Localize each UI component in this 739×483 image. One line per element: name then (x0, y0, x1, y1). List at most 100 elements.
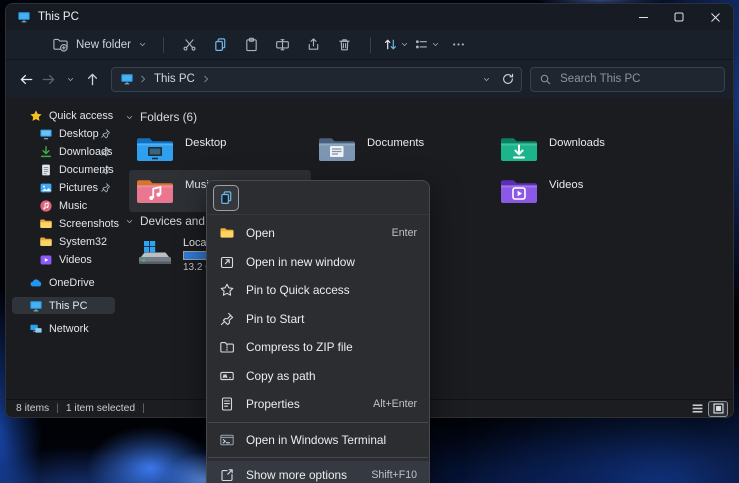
terminal-icon (219, 432, 235, 448)
pin-icon (100, 146, 111, 157)
downloads-folder-icon (499, 134, 539, 164)
desktop: { "window": { "title": "This PC", "contr… (0, 0, 739, 483)
refresh-icon (501, 72, 515, 86)
item-count: 8 items (16, 403, 49, 414)
sort-button[interactable] (381, 33, 412, 57)
status-divider: | (142, 403, 145, 414)
sidebar-item-downloads[interactable]: Downloads (12, 143, 115, 160)
this-pc-icon (17, 10, 31, 24)
menu-divider (208, 422, 428, 423)
larges-view-icon-button[interactable] (709, 402, 727, 416)
menu-item-label: Show more options (246, 468, 360, 482)
folder-tile-videos[interactable]: Videos (493, 170, 675, 212)
breadcrumb-chevron (201, 74, 211, 84)
open-folder-icon (219, 225, 235, 241)
menu-item-pin-to-quick-access[interactable]: Pin to Quick access (207, 276, 429, 305)
cut-button[interactable] (174, 33, 205, 57)
minimize-button[interactable] (625, 4, 661, 30)
share-button[interactable] (298, 33, 329, 57)
sidebar-item-this-pc[interactable]: This PC (12, 297, 115, 314)
chevron-down-sm (138, 40, 147, 49)
breadcrumb-this-pc[interactable]: This PC (152, 73, 197, 85)
sidebar-item-videos[interactable]: Videos (12, 251, 115, 268)
pin-icon (100, 164, 111, 175)
sidebar-item-documents[interactable]: Documents (12, 161, 115, 178)
new-folder-button[interactable]: New folder (46, 33, 153, 56)
close-button[interactable] (697, 4, 733, 30)
sidebar-item-desktop[interactable]: Desktop (12, 125, 115, 142)
copy-path-icon (219, 368, 235, 384)
search-icon (539, 73, 552, 86)
rename-button[interactable] (267, 33, 298, 57)
sidebar-item-system32[interactable]: System32 (12, 233, 115, 250)
new-folder-label: New folder (76, 39, 131, 51)
sidebar-item-network[interactable]: Network (12, 320, 115, 337)
sidebar-item-music[interactable]: Music (12, 197, 115, 214)
menu-item-copy-as-path[interactable]: Copy as path (207, 362, 429, 391)
paste-icon (244, 37, 259, 52)
menu-item-open-in-new-window[interactable]: Open in new window (207, 248, 429, 277)
sidebar-item-screenshots[interactable]: Screenshots (12, 215, 115, 232)
folder-tile-downloads[interactable]: Downloads (493, 128, 675, 170)
copy-button[interactable] (205, 33, 236, 57)
sidebar-item-pictures[interactable]: Pictures (12, 179, 115, 196)
menu-item-open[interactable]: Open Enter (207, 219, 429, 248)
sidebar-item-onedrive[interactable]: OneDrive (12, 274, 115, 291)
pin-icon (100, 182, 111, 193)
folder-tile-desktop[interactable]: Desktop (129, 128, 311, 170)
pin-quick-access-icon (219, 282, 235, 298)
menu-item-compress-to-zip-file[interactable]: Compress to ZIP file (207, 333, 429, 362)
folder-tile-documents[interactable]: Documents (311, 128, 493, 170)
search-box[interactable] (530, 67, 725, 92)
sidebar-item-label: System32 (59, 236, 107, 248)
rename-icon (275, 37, 290, 52)
command-toolbar: New folder (6, 30, 733, 60)
music-folder-icon (135, 176, 175, 206)
menu-item-label: Open (246, 226, 381, 240)
chevron-down-sm (125, 217, 134, 226)
breadcrumb-chevron (138, 74, 148, 84)
copy-icon (213, 37, 228, 52)
view-button[interactable] (412, 33, 443, 57)
large-icons-view-icon (712, 402, 725, 415)
pictures-icon (39, 181, 53, 195)
address-bar[interactable]: This PC (111, 67, 522, 92)
window-title: This PC (38, 11, 625, 23)
menu-item-pin-to-start[interactable]: Pin to Start (207, 305, 429, 334)
navigation-bar: This PC (6, 60, 733, 98)
up-icon (81, 67, 103, 91)
folder-tile-label: Downloads (549, 137, 605, 149)
back-icon (16, 67, 38, 91)
this-pc-icon (120, 72, 134, 86)
maximize-button[interactable] (661, 4, 697, 30)
chevron-down-sm (431, 40, 440, 49)
sidebar-item-label: Screenshots (59, 218, 119, 230)
delete-button[interactable] (329, 33, 360, 57)
chevron-down-sm (482, 75, 491, 84)
menu-item-label: Open in new window (246, 255, 406, 269)
context-copy-button[interactable] (213, 185, 239, 211)
folders-section-header[interactable]: Folders (6) (125, 110, 733, 124)
sidebar-item-quick-access[interactable]: Quick access (12, 107, 115, 124)
details-view-button[interactable] (688, 402, 706, 416)
properties-icon (219, 396, 235, 412)
sidebar-item-label: Quick access (49, 110, 113, 122)
paste-button[interactable] (236, 33, 267, 57)
menu-item-properties[interactable]: PropertiesAlt+Enter (207, 390, 429, 419)
sort-icon (383, 37, 398, 52)
document-icon (39, 163, 53, 177)
toolbar-divider (163, 37, 164, 53)
menu-item-show-more-options[interactable]: Show more optionsShift+F10 (207, 461, 429, 483)
desktop-folder-icon (135, 134, 175, 164)
folder-tile-label: Videos (549, 179, 583, 191)
open-new-window-icon (219, 254, 235, 270)
menu-item-shortcut: Enter (392, 227, 417, 239)
pin-start-icon (219, 311, 235, 327)
navigation-pane: Quick access DesktopDownloadsDocumentsPic… (6, 98, 119, 399)
search-input[interactable] (560, 73, 716, 85)
more-button[interactable] (443, 33, 474, 57)
view-icon (414, 37, 429, 52)
menu-item-label: Pin to Quick access (246, 283, 406, 297)
context-menu: Open Enter Open in new window Pin to Quick … (206, 180, 430, 483)
menu-item-open-in-windows-terminal[interactable]: Open in Windows Terminal (207, 426, 429, 455)
